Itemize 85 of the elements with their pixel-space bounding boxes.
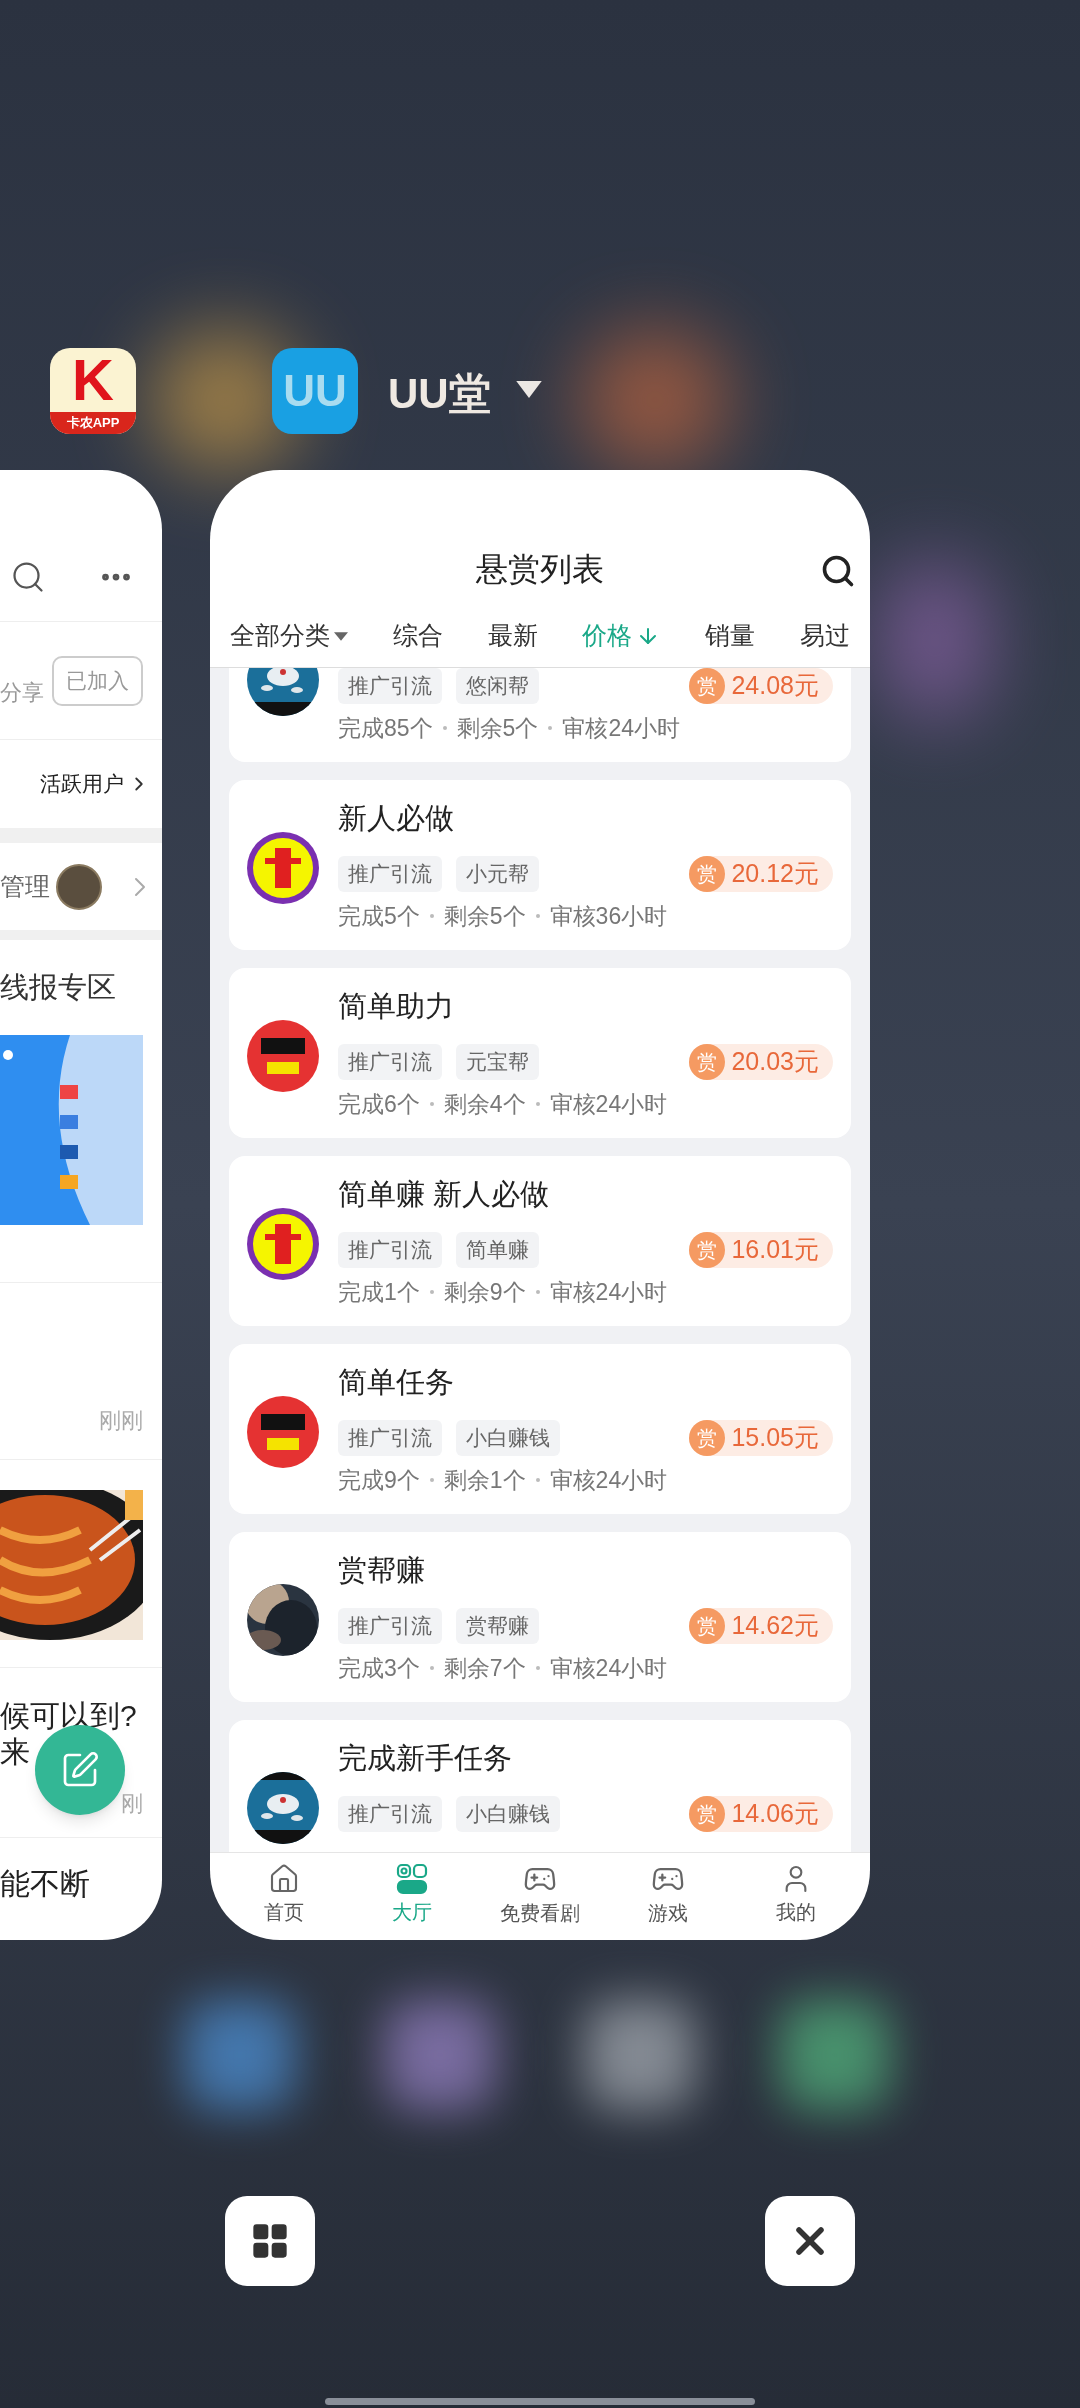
app-name: UU堂 bbox=[388, 369, 491, 419]
filter-tab[interactable]: 易过 bbox=[800, 617, 850, 655]
grid-icon bbox=[396, 1862, 428, 1895]
reward-badge: 赏 20.03元 bbox=[689, 1044, 833, 1080]
manage-text: 管理 bbox=[0, 870, 50, 902]
task-card[interactable]: 完成新手任务 推广引流 小白赚钱 赏 14.06元 bbox=[229, 1720, 851, 1852]
caret-icon bbox=[334, 631, 348, 641]
home-icon bbox=[268, 1862, 300, 1895]
section-title: 线报专区 bbox=[0, 969, 116, 1005]
task-card[interactable]: 简单助力 推广引流 元宝帮 赏 20.03元 完成6个 剩余4个 审核24小时 bbox=[229, 968, 851, 1138]
task-tag: 推广引流 bbox=[338, 668, 442, 704]
task-title: 简单赚 新人必做 bbox=[338, 1177, 550, 1212]
task-title: 完成新手任务 bbox=[338, 1741, 512, 1776]
reward-badge: 赏 16.01元 bbox=[689, 1232, 833, 1268]
nav-tab[interactable]: 游戏 bbox=[613, 1861, 723, 1928]
task-title: 赏帮赚 bbox=[338, 1553, 425, 1588]
task-stat: 审核24小时 bbox=[549, 1465, 668, 1495]
task-tag: 小元帮 bbox=[456, 856, 539, 892]
app-icon[interactable]: K 卡农APP bbox=[50, 348, 136, 434]
task-stat: 剩余9个 bbox=[443, 1277, 526, 1307]
task-title: 新人必做 bbox=[338, 801, 454, 836]
filter-tab[interactable]: 综合 bbox=[392, 617, 443, 655]
task-card[interactable]: 新人必做 推广引流 小元帮 赏 20.12元 完成5个 剩余5个 审核36小时 bbox=[229, 780, 851, 950]
page-title: 悬赏列表 bbox=[476, 550, 604, 589]
reward-badge: 赏 15.05元 bbox=[689, 1420, 833, 1456]
nav-tab[interactable]: 免费看剧 bbox=[485, 1861, 595, 1928]
task-title: 简单助力 bbox=[338, 989, 454, 1024]
task-tag: 悠闲帮 bbox=[456, 668, 539, 704]
filter-tab[interactable]: 最新 bbox=[487, 617, 538, 655]
task-stat: 完成6个 bbox=[338, 1089, 420, 1119]
task-stat: 完成3个 bbox=[338, 1653, 420, 1683]
task-card[interactable]: 简单赚 新人必做 推广引流 简单赚 赏 16.01元 完成1个 剩余9个 审核24小时 bbox=[229, 1156, 851, 1326]
task-stat: 剩余4个 bbox=[443, 1089, 526, 1119]
post-text: 能不断 bbox=[0, 1865, 90, 1902]
active-users-link[interactable]: 活跃用户 bbox=[40, 768, 124, 800]
task-stat: 审核24小时 bbox=[549, 1089, 668, 1119]
task-tag: 推广引流 bbox=[338, 856, 442, 892]
filter-tab[interactable]: 全部分类 bbox=[230, 617, 348, 655]
task-tag: 简单赚 bbox=[456, 1232, 539, 1268]
reward-badge: 赏 14.06元 bbox=[689, 1796, 833, 1832]
task-stat: 审核24小时 bbox=[549, 1653, 668, 1683]
share-text: 分享 bbox=[0, 679, 44, 707]
task-tag: 推广引流 bbox=[338, 1420, 442, 1456]
task-stat: 完成5个 bbox=[338, 901, 420, 931]
task-tag: 推广引流 bbox=[338, 1044, 442, 1080]
task-stat: 完成85个 bbox=[338, 713, 433, 743]
blurred-app-icon bbox=[185, 2000, 295, 2110]
reward-badge: 赏 20.12元 bbox=[689, 856, 833, 892]
task-tag: 小白赚钱 bbox=[456, 1420, 560, 1456]
app-window[interactable] bbox=[210, 470, 870, 1940]
task-tag: 推广引流 bbox=[338, 1232, 442, 1268]
search-icon[interactable] bbox=[10, 559, 46, 595]
timestamp: 刚 bbox=[121, 1790, 143, 1818]
nav-tab[interactable]: 首页 bbox=[229, 1862, 339, 1927]
coin-icon bbox=[56, 863, 102, 910]
close-button[interactable] bbox=[765, 2196, 855, 2286]
blurred-app-icon bbox=[385, 2000, 495, 2110]
task-tag: 小白赚钱 bbox=[456, 1796, 560, 1832]
timestamp: 刚刚 bbox=[99, 1407, 143, 1435]
task-stat: 剩余5个 bbox=[456, 713, 539, 743]
task-tag: 推广引流 bbox=[338, 1608, 442, 1644]
task-card[interactable]: 推广引流 悠闲帮 赏 24.08元 完成85个 剩余5个 审核24小时 bbox=[229, 668, 851, 762]
task-tag: 元宝帮 bbox=[456, 1044, 539, 1080]
task-card[interactable]: 简单任务 推广引流 小白赚钱 赏 15.05元 完成9个 剩余1个 审核24小时 bbox=[229, 1344, 851, 1514]
task-stat: 完成9个 bbox=[338, 1465, 420, 1495]
reward-badge: 赏 24.08元 bbox=[689, 668, 833, 704]
grid-button[interactable] bbox=[225, 2196, 315, 2286]
task-tag: 推广引流 bbox=[338, 1796, 442, 1832]
caret-icon[interactable] bbox=[516, 381, 542, 398]
task-stat: 剩余5个 bbox=[443, 901, 526, 931]
task-stat: 完成1个 bbox=[338, 1277, 420, 1307]
grid-icon bbox=[250, 2221, 290, 2261]
task-stat: 剩余1个 bbox=[443, 1465, 526, 1495]
task-stat: 审核36小时 bbox=[549, 901, 668, 931]
search-icon[interactable] bbox=[820, 553, 856, 589]
filter-tab[interactable]: 销量 bbox=[705, 617, 756, 655]
post-text: 来 bbox=[0, 1734, 31, 1770]
reward-badge: 赏 14.62元 bbox=[689, 1608, 833, 1644]
task-tag: 赏帮赚 bbox=[456, 1608, 539, 1644]
task-stat: 剩余7个 bbox=[443, 1653, 526, 1683]
task-card[interactable]: 赏帮赚 推广引流 赏帮赚 赏 14.62元 完成3个 剩余7个 审核24小时 bbox=[229, 1532, 851, 1702]
task-stat: 审核24小时 bbox=[549, 1277, 668, 1307]
task-title: 简单任务 bbox=[338, 1365, 454, 1400]
task-stat: 审核24小时 bbox=[562, 713, 680, 743]
nav-tab[interactable]: 我的 bbox=[741, 1862, 851, 1927]
